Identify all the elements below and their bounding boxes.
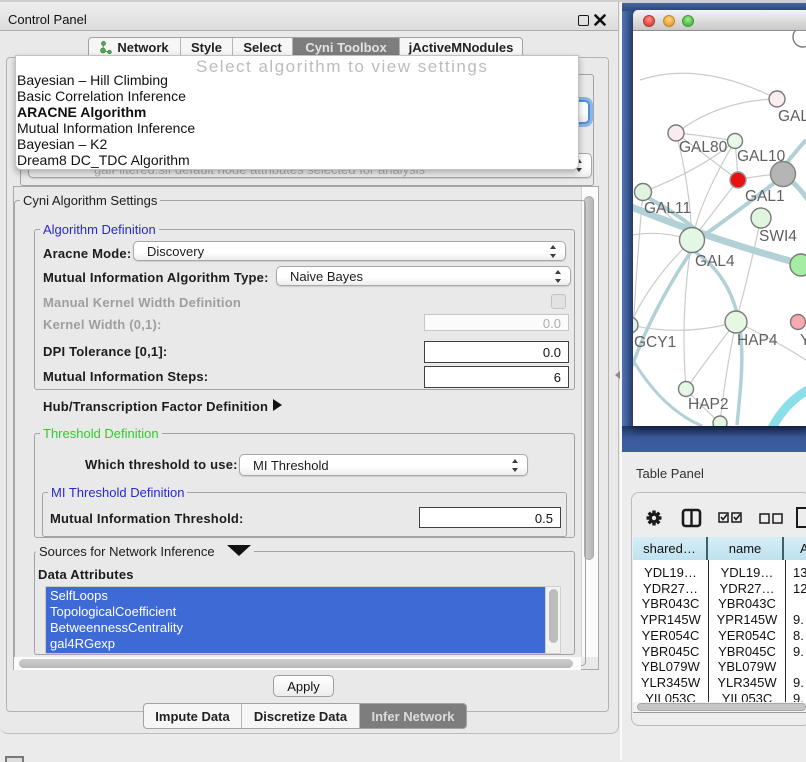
svg-text:SWI4: SWI4 (759, 228, 797, 245)
svg-text:HAP2: HAP2 (688, 396, 729, 413)
svg-text:GAL7: GAL7 (778, 108, 806, 125)
svg-text:GAL10: GAL10 (737, 148, 786, 165)
svg-text:GAL80: GAL80 (679, 139, 728, 156)
svg-text:GAL11: GAL11 (644, 200, 691, 217)
svg-text:GAL1: GAL1 (745, 188, 785, 205)
svg-text:GAL4: GAL4 (695, 253, 735, 270)
svg-text:GCY1: GCY1 (634, 334, 676, 351)
svg-text:Y: Y (800, 332, 806, 349)
svg-text:HAP4: HAP4 (737, 332, 778, 349)
